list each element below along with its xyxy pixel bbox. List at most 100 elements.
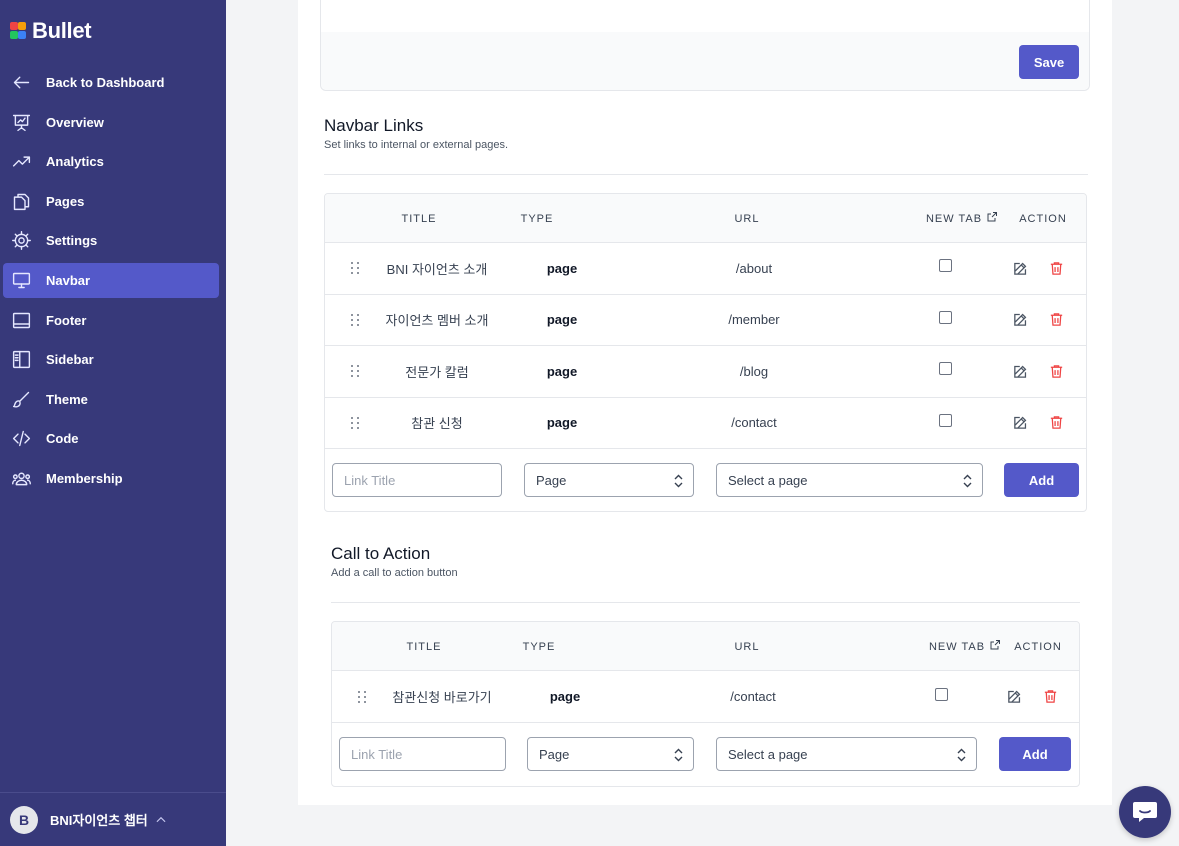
- page-select-value: Select a page: [728, 472, 808, 488]
- column-url: URL: [734, 212, 760, 225]
- add-cta-button[interactable]: Add: [999, 737, 1071, 771]
- column-url: URL: [734, 640, 760, 653]
- navbar-links-title: Navbar Links: [324, 116, 424, 135]
- settings-card: [320, 0, 1090, 91]
- app-name: Bullet: [32, 18, 92, 43]
- sidebar-item-analytics[interactable]: Analytics: [3, 144, 219, 179]
- column-type: TYPE: [520, 212, 554, 225]
- delete-icon[interactable]: [1039, 671, 1061, 722]
- card-footer: [321, 32, 1089, 90]
- page-select[interactable]: Select a page: [716, 737, 977, 771]
- brush-icon: [10, 388, 32, 410]
- delete-icon[interactable]: [1045, 398, 1067, 449]
- drag-handle-icon[interactable]: [345, 346, 365, 397]
- gear-icon: [10, 230, 32, 252]
- table-header: TITLE TYPE URL NEW TAB ACTION: [325, 194, 1086, 243]
- sidebar-item-pages[interactable]: Pages: [3, 184, 219, 219]
- desktop-icon: [10, 269, 32, 291]
- section-divider: [331, 602, 1080, 603]
- save-button[interactable]: Save: [1019, 45, 1079, 79]
- drag-handle-icon[interactable]: [352, 671, 372, 722]
- page-select[interactable]: Select a page: [716, 463, 983, 497]
- delete-icon[interactable]: [1045, 243, 1067, 294]
- row-type: page: [549, 689, 581, 704]
- cta-title: Call to Action: [331, 544, 431, 563]
- sidebar-item-navbar[interactable]: Navbar: [3, 262, 219, 298]
- row-url: /about: [735, 260, 773, 276]
- type-select[interactable]: Page: [527, 737, 694, 771]
- new-tab-checkbox[interactable]: [935, 398, 955, 449]
- drag-handle-icon[interactable]: [345, 243, 365, 294]
- footer-layout-icon: [10, 309, 32, 331]
- external-link-icon: [987, 212, 998, 222]
- row-title: 참관 신청: [411, 416, 463, 432]
- sidebar-item-label: Footer: [46, 312, 87, 328]
- chevron-up-icon: [156, 816, 166, 822]
- new-tab-checkbox[interactable]: [931, 671, 951, 722]
- row-type: page: [546, 312, 578, 328]
- cta-table: TITLE TYPE URL NEW TAB ACTION 참관신청 바로가기 …: [331, 621, 1080, 787]
- code-icon: [10, 428, 32, 450]
- user-menu[interactable]: B BNI자이언츠 챕터: [0, 792, 226, 846]
- page-select-value: Select a page: [728, 746, 808, 762]
- sidebar-item-back-to-dashboard[interactable]: Back to Dashboard: [3, 65, 219, 100]
- documents-icon: [10, 190, 32, 212]
- sidebar-item-code[interactable]: Code: [3, 421, 219, 456]
- type-select-value: Page: [539, 746, 570, 762]
- new-tab-checkbox[interactable]: [935, 346, 955, 397]
- external-link-icon: [990, 640, 1001, 650]
- cta-subtitle: Add a call to action button: [331, 567, 458, 579]
- table-row: 참관 신청 page /contact: [325, 398, 1086, 449]
- users-icon: [10, 467, 32, 489]
- presentation-chart-icon: [10, 111, 32, 133]
- sidebar-item-footer[interactable]: Footer: [3, 303, 219, 338]
- row-type: page: [546, 260, 578, 276]
- row-url: /blog: [739, 363, 769, 379]
- table-row: 참관신청 바로가기 page /contact: [332, 671, 1079, 723]
- column-new-tab-label: NEW TAB: [928, 640, 986, 653]
- edit-icon[interactable]: [1009, 398, 1031, 449]
- sidebar-item-label: Code: [46, 431, 79, 447]
- link-title-input[interactable]: Link Title: [339, 737, 506, 771]
- link-title-input[interactable]: Link Title: [332, 463, 502, 497]
- bullet-logo-icon: [10, 21, 26, 41]
- column-title: TITLE: [401, 212, 437, 225]
- sidebar-item-membership[interactable]: Membership: [3, 461, 219, 496]
- delete-icon[interactable]: [1045, 346, 1067, 397]
- sidebar-item-overview[interactable]: Overview: [3, 105, 219, 140]
- type-select[interactable]: Page: [524, 463, 694, 497]
- sidebar-item-label: Settings: [46, 233, 98, 249]
- edit-icon[interactable]: [1009, 295, 1031, 346]
- avatar: B: [10, 805, 38, 834]
- sidebar-nav: Back to Dashboard Overview Analytics Pag…: [3, 65, 219, 501]
- sidebar-item-sidebar[interactable]: Sidebar: [3, 342, 219, 377]
- column-new-tab: NEW TAB: [907, 194, 1017, 243]
- chevron-up-down-icon: [957, 748, 966, 762]
- delete-icon[interactable]: [1045, 295, 1067, 346]
- chat-widget-button[interactable]: [1119, 786, 1171, 838]
- row-url: /contact: [731, 415, 777, 431]
- row-title: 자이언츠 멤버 소개: [385, 313, 489, 329]
- edit-icon[interactable]: [1009, 243, 1031, 294]
- edit-icon[interactable]: [1009, 346, 1031, 397]
- sidebar-item-label: Theme: [46, 391, 88, 407]
- edit-icon[interactable]: [1003, 671, 1025, 722]
- sidebar-item-label: Sidebar: [46, 352, 94, 368]
- sidebar-item-theme[interactable]: Theme: [3, 382, 219, 417]
- row-url: /contact: [730, 689, 776, 704]
- chevron-up-down-icon: [674, 748, 683, 762]
- navbar-links-subtitle: Set links to internal or external pages.: [324, 139, 509, 151]
- new-tab-checkbox[interactable]: [935, 295, 955, 346]
- new-tab-checkbox[interactable]: [935, 243, 955, 294]
- drag-handle-icon[interactable]: [345, 295, 365, 346]
- arrow-left-icon: [10, 72, 32, 94]
- column-new-tab-label: NEW TAB: [925, 212, 983, 225]
- sidebar-item-label: Back to Dashboard: [46, 75, 165, 90]
- sidebar-item-settings[interactable]: Settings: [3, 223, 219, 258]
- sidebar-item-label: Membership: [46, 470, 123, 486]
- sidebar: Bullet Back to Dashboard Overview Analyt…: [0, 0, 226, 846]
- app-logo[interactable]: Bullet: [10, 18, 92, 44]
- add-link-button[interactable]: Add: [1004, 463, 1079, 497]
- drag-handle-icon[interactable]: [345, 398, 365, 449]
- sidebar-item-label: Overview: [46, 114, 104, 130]
